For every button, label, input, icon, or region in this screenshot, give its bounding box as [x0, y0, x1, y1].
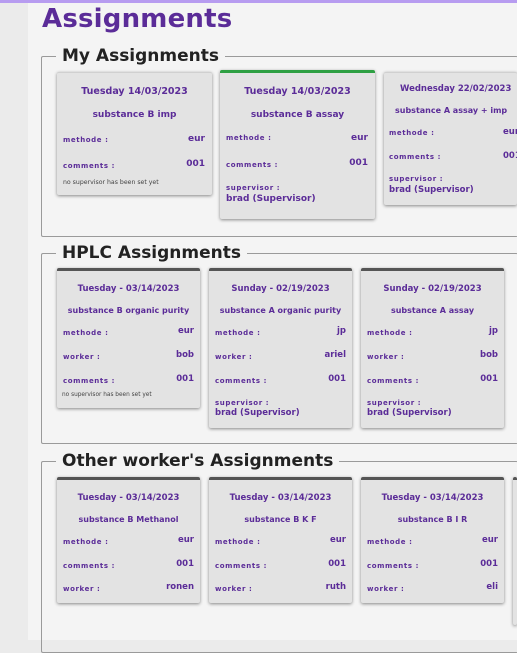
methode-label: methode : [226, 134, 272, 142]
hplc-assignment-card[interactable]: Sunday - 02/19/2023 substance A organic … [209, 268, 352, 428]
page-title: Assignments [42, 4, 233, 34]
worker-label: worker : [215, 585, 253, 593]
no-supervisor-note: no supervisor has been set yet [63, 179, 159, 186]
worker-label: worker : [63, 353, 101, 361]
comments-value: 001 [480, 559, 498, 569]
comments-label: comments : [63, 162, 116, 170]
worker-assignment-card[interactable]: Tuesday - 03/14/2023 substance B I R met… [361, 477, 504, 603]
card-date: Tuesday - 03/14/2023 [77, 493, 180, 503]
comments-value: 001 [480, 374, 498, 384]
card-title: substance B I R [397, 515, 468, 524]
card-date: Sunday - 02/19/2023 [231, 284, 330, 294]
comments-value: 001 [328, 559, 346, 569]
methode-value: eur [351, 133, 368, 143]
card-date: Tuesday - 03/14/2023 [381, 493, 484, 503]
card-title: substance B organic purity [67, 306, 190, 315]
supervisor-value: brad (Supervisor) [389, 185, 474, 195]
worker-label: worker : [63, 585, 101, 593]
card-title: substance B imp [92, 110, 177, 120]
worker-label: worker : [367, 353, 405, 361]
worker-assignment-card-partial[interactable] [513, 477, 517, 625]
methode-value: eur [177, 535, 194, 545]
comments-value: 001 [328, 374, 346, 384]
supervisor-label: supervisor : [215, 399, 270, 407]
assignment-card[interactable]: Tuesday 14/03/2023 substance B imp metho… [57, 72, 212, 195]
worker-assignment-card[interactable]: Tuesday - 03/14/2023 substance B K F met… [209, 477, 352, 603]
card-title: substance A assay + imp [395, 106, 508, 115]
comments-label: comments : [389, 153, 442, 161]
worker-assignment-card[interactable]: Tuesday - 03/14/2023 substance B Methano… [57, 477, 200, 603]
methode-label: methode : [389, 129, 435, 137]
comments-value: 001 [349, 158, 368, 168]
methode-label: methode : [367, 538, 413, 546]
supervisor-value: brad (Supervisor) [226, 194, 316, 204]
methode-label: methode : [367, 329, 413, 337]
worker-value: ruth [325, 582, 346, 592]
supervisor-label: supervisor : [226, 184, 281, 192]
supervisor-value: brad (Supervisor) [215, 408, 300, 418]
comments-label: comments : [367, 562, 420, 570]
card-title: substance B assay [250, 110, 345, 120]
no-supervisor-note: no supervisor has been set yet [62, 392, 152, 398]
methode-label: methode : [63, 329, 109, 337]
card-date: Sunday - 02/19/2023 [383, 284, 482, 294]
worker-value: bob [479, 350, 498, 360]
methode-label: methode : [63, 136, 109, 144]
comments-value: 001 [186, 159, 205, 169]
supervisor-label: supervisor : [367, 399, 422, 407]
methode-value: jp [489, 326, 498, 336]
supervisor-value: brad (Supervisor) [367, 408, 452, 418]
card-title: substance A assay [390, 306, 475, 315]
methode-value: eur [177, 326, 194, 336]
hplc-assignment-card[interactable]: Sunday - 02/19/2023 substance A assay me… [361, 268, 504, 428]
methode-value: jp [337, 326, 346, 336]
comments-value: 001 [503, 151, 517, 161]
card-date: Wednesday 22/02/2023 [400, 84, 512, 94]
card-title: substance B K F [244, 515, 317, 524]
methode-label: methode : [215, 329, 261, 337]
card-date: Tuesday 14/03/2023 [244, 86, 351, 97]
assignment-card[interactable]: Wednesday 22/02/2023 substance A assay +… [384, 72, 517, 205]
comments-value: 001 [176, 374, 194, 384]
worker-label: worker : [215, 353, 253, 361]
other-workers-legend: Other worker's Assignments [62, 451, 334, 471]
worker-value: bob [175, 350, 194, 360]
comments-value: 001 [176, 559, 194, 569]
card-date: Tuesday - 03/14/2023 [229, 493, 332, 503]
methode-value: eur [503, 127, 517, 137]
methode-value: eur [329, 535, 346, 545]
comments-label: comments : [63, 377, 116, 385]
comments-label: comments : [215, 562, 268, 570]
card-title: substance A organic purity [219, 306, 342, 315]
worker-value: ariel [324, 350, 346, 360]
card-date: Tuesday - 03/14/2023 [77, 284, 180, 294]
comments-label: comments : [226, 161, 279, 169]
methode-value: eur [481, 535, 498, 545]
assignment-card[interactable]: Tuesday 14/03/2023 substance B assay met… [220, 70, 375, 219]
hplc-assignments-legend: HPLC Assignments [62, 243, 241, 263]
worker-value: eli [486, 582, 498, 592]
methode-label: methode : [215, 538, 261, 546]
comments-label: comments : [63, 562, 116, 570]
comments-label: comments : [367, 377, 420, 385]
methode-value: eur [188, 134, 205, 144]
methode-label: methode : [63, 538, 109, 546]
worker-value: ronen [166, 582, 194, 592]
supervisor-label: supervisor : [389, 175, 444, 183]
card-date: Tuesday 14/03/2023 [81, 86, 188, 97]
comments-label: comments : [215, 377, 268, 385]
worker-label: worker : [367, 585, 405, 593]
hplc-assignment-card[interactable]: Tuesday - 03/14/2023 substance B organic… [57, 268, 200, 408]
card-title: substance B Methanol [78, 515, 179, 524]
my-assignments-legend: My Assignments [62, 46, 220, 66]
